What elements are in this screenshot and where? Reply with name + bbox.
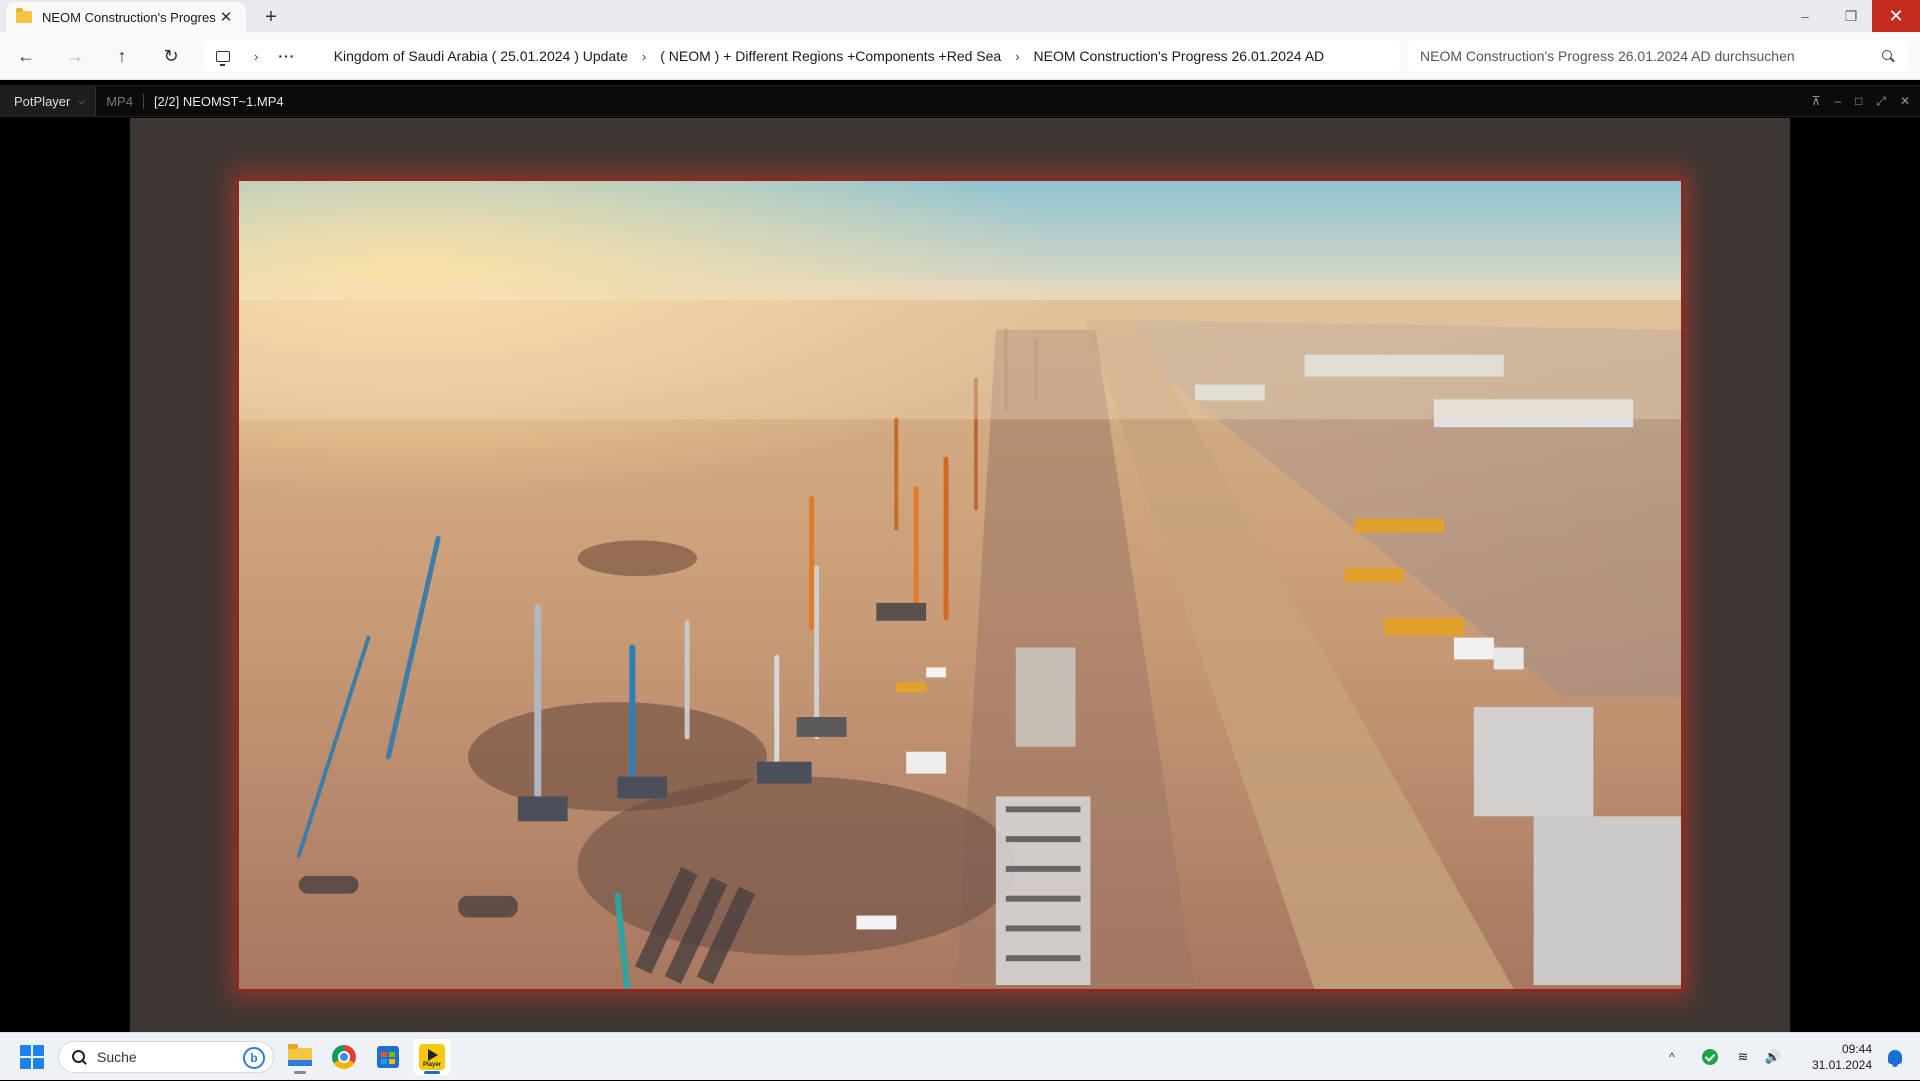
windows-taskbar: Suche b Player ^ ≋ 🔊 09:44 31.01.2024 <box>0 1032 1920 1080</box>
window-minimize-button[interactable]: – <box>1782 0 1828 32</box>
folder-search-input[interactable]: NEOM Construction's Progress 26.01.2024 … <box>1408 40 1908 72</box>
system-tray: ^ ≋ 🔊 09:44 31.01.2024 <box>1660 1033 1920 1081</box>
tab-close-button[interactable]: ✕ <box>216 8 236 26</box>
taskbar-clock[interactable]: 09:44 31.01.2024 <box>1802 1041 1872 1073</box>
back-arrow-icon[interactable]: ← <box>12 42 40 70</box>
bing-icon[interactable]: b <box>243 1047 265 1069</box>
microsoft-store-icon <box>377 1046 399 1068</box>
running-indicator <box>424 1071 440 1074</box>
player-close-button[interactable]: ✕ <box>1900 94 1910 108</box>
start-tile <box>20 1058 31 1069</box>
folder-search-placeholder: NEOM Construction's Progress 26.01.2024 … <box>1420 48 1795 64</box>
potplayer-title-bar: PotPlayer ⌵ MP4 [2/2] NEOMST~1.MP4 ⊼ – □… <box>0 85 1920 117</box>
potplayer-menu-button[interactable]: PotPlayer ⌵ <box>0 86 97 116</box>
running-indicator <box>294 1071 306 1074</box>
folder-icon <box>16 8 32 23</box>
pin-icon[interactable]: ⊼ <box>1812 94 1821 108</box>
refresh-icon[interactable]: ↻ <box>157 42 185 70</box>
tab-title: NEOM Construction's Progress <box>42 9 216 25</box>
taskbar-chrome[interactable] <box>326 1039 362 1075</box>
new-tab-button[interactable]: + <box>258 4 284 30</box>
chevron-down-icon: ⌵ <box>78 95 86 106</box>
chevron-right-icon[interactable]: › <box>254 49 258 64</box>
potplayer-window-controls: ⊼ – □ ⤢ ✕ <box>1812 86 1910 116</box>
window-close-button[interactable]: ✕ <box>1872 0 1920 32</box>
breadcrumb-overflow-button[interactable]: ··· <box>278 48 295 64</box>
potplayer-window: PotPlayer ⌵ MP4 [2/2] NEOMST~1.MP4 ⊼ – □… <box>0 80 1920 1032</box>
start-tile <box>33 1058 44 1069</box>
player-fullscreen-button[interactable]: ⤢ <box>1876 94 1886 109</box>
video-frame[interactable] <box>130 118 1790 1032</box>
taskbar-microsoft-store[interactable] <box>370 1039 406 1075</box>
video-content[interactable] <box>236 178 1684 992</box>
clock-date: 31.01.2024 <box>1811 1058 1872 1072</box>
taskbar-file-explorer[interactable] <box>282 1039 318 1075</box>
potplayer-menu-label: PotPlayer <box>14 93 71 109</box>
file-explorer-icon <box>288 1044 312 1066</box>
window-restore-button[interactable]: ❐ <box>1828 0 1874 32</box>
breadcrumb[interactable]: › ··· › Kingdom of Saudi Arabia ( 25.01.… <box>204 40 1400 72</box>
explorer-tab-strip: NEOM Construction's Progress ✕ + – ❐ ✕ <box>0 0 1920 32</box>
explorer-tab[interactable]: NEOM Construction's Progress ✕ <box>6 2 246 32</box>
forward-arrow-icon[interactable]: → <box>61 42 89 70</box>
chrome-icon <box>332 1045 356 1069</box>
start-tile <box>20 1045 31 1056</box>
this-pc-icon[interactable] <box>216 50 230 66</box>
player-minimize-button[interactable]: – <box>1834 94 1841 108</box>
media-format-label: MP4 <box>106 93 144 109</box>
chevron-right-icon[interactable]: › <box>642 49 646 64</box>
chevron-right-icon[interactable]: › <box>1015 49 1019 64</box>
breadcrumb-item-saudi-update[interactable]: Kingdom of Saudi Arabia ( 25.01.2024 ) U… <box>334 48 628 64</box>
taskbar-search-input[interactable]: Suche b <box>58 1041 274 1073</box>
security-shield-icon[interactable] <box>1702 1049 1718 1065</box>
chevron-up-icon[interactable]: ^ <box>1660 1050 1684 1064</box>
search-icon[interactable] <box>1880 48 1896 64</box>
potplayer-icon-label: Player <box>422 1062 441 1068</box>
breadcrumb-item-neom-regions[interactable]: ( NEOM ) + Different Regions +Components… <box>660 48 1001 64</box>
start-tile <box>33 1045 44 1056</box>
windows-start-icon[interactable] <box>20 1045 44 1069</box>
taskbar-potplayer[interactable]: Player <box>414 1039 450 1075</box>
video-aerial-construction-scene <box>239 181 1681 989</box>
potplayer-icon: Player <box>419 1044 445 1070</box>
up-arrow-icon[interactable]: ↑ <box>108 42 136 70</box>
player-maximize-button[interactable]: □ <box>1855 94 1862 108</box>
volume-icon[interactable]: 🔊 <box>1764 1049 1782 1065</box>
explorer-address-bar: ← → ↑ ↻ › ··· › Kingdom of Saudi Arabia … <box>0 32 1920 80</box>
media-file-label: [2/2] NEOMST~1.MP4 <box>153 93 284 109</box>
breadcrumb-item-neom-progress[interactable]: NEOM Construction's Progress 26.01.2024 … <box>1034 48 1325 64</box>
search-icon <box>71 1049 87 1065</box>
clock-time: 09:44 <box>1841 1042 1872 1056</box>
wifi-icon[interactable]: ≋ <box>1734 1049 1752 1065</box>
notification-bell-icon[interactable] <box>1888 1050 1902 1067</box>
taskbar-search-placeholder: Suche <box>97 1049 137 1065</box>
